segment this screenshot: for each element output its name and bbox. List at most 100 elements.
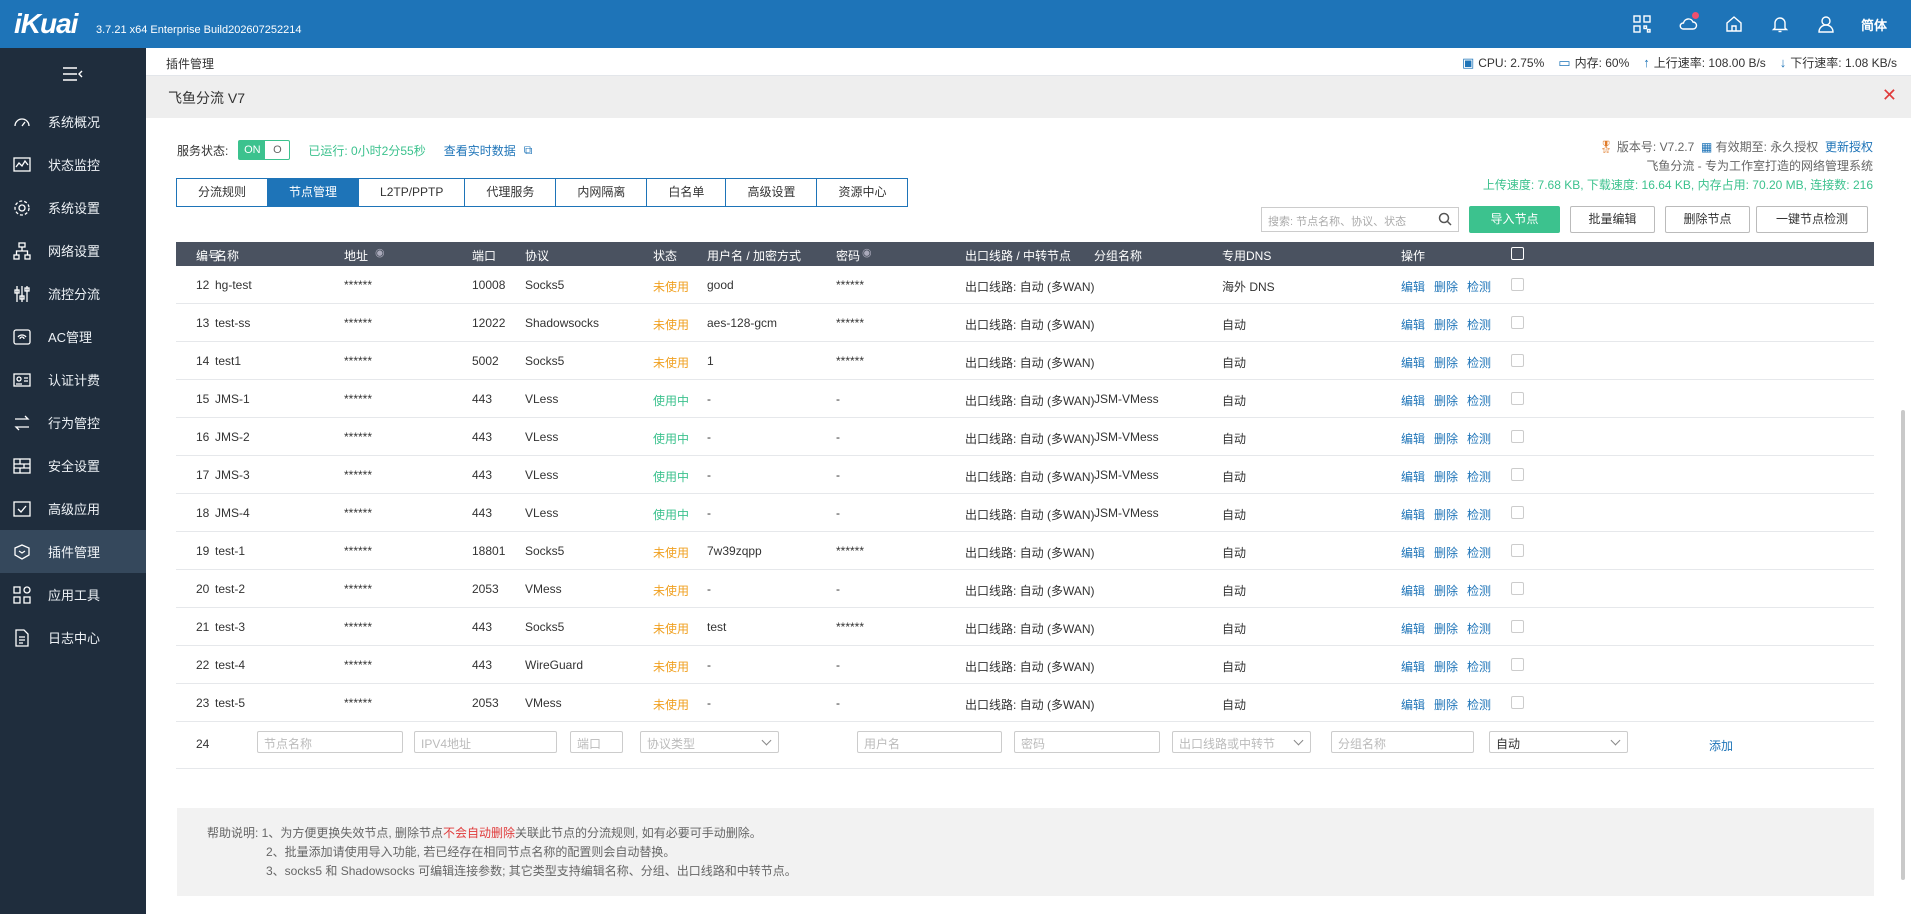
- row-checkbox[interactable]: [1511, 430, 1524, 443]
- new-node-dns-select[interactable]: 自动: [1489, 731, 1628, 753]
- sidebar-item[interactable]: 日志中心: [0, 616, 146, 659]
- delete-link[interactable]: 删除: [1434, 468, 1458, 485]
- sidebar-item[interactable]: 安全设置: [0, 444, 146, 487]
- tab[interactable]: 白名单: [647, 179, 727, 206]
- password-eye-icon[interactable]: ◉: [862, 246, 872, 259]
- delete-link[interactable]: 删除: [1434, 430, 1458, 447]
- tab[interactable]: 分流规则: [177, 179, 269, 206]
- new-node-address-input[interactable]: IPV4地址: [414, 731, 557, 753]
- tab[interactable]: 内网隔离: [556, 179, 648, 206]
- search-input[interactable]: 搜索: 节点名称、协议、状态: [1261, 207, 1459, 232]
- row-checkbox[interactable]: [1511, 316, 1524, 329]
- tab[interactable]: 资源中心: [817, 179, 907, 206]
- batch-edit-button[interactable]: 批量编辑: [1570, 206, 1655, 233]
- edit-link[interactable]: 编辑: [1401, 392, 1425, 409]
- edit-link[interactable]: 编辑: [1401, 278, 1425, 295]
- check-link[interactable]: 检测: [1467, 506, 1491, 523]
- row-checkbox[interactable]: [1511, 582, 1524, 595]
- sidebar-item[interactable]: 插件管理: [0, 530, 146, 573]
- delete-link[interactable]: 删除: [1434, 392, 1458, 409]
- close-icon[interactable]: ✕: [1882, 85, 1897, 106]
- delete-link[interactable]: 删除: [1434, 354, 1458, 371]
- menu-collapse-icon[interactable]: [0, 48, 146, 100]
- service-toggle[interactable]: ON O: [238, 140, 291, 160]
- edit-link[interactable]: 编辑: [1401, 506, 1425, 523]
- delete-link[interactable]: 删除: [1434, 544, 1458, 561]
- row-checkbox[interactable]: [1511, 658, 1524, 671]
- row-checkbox[interactable]: [1511, 544, 1524, 557]
- sidebar-item[interactable]: 系统设置: [0, 186, 146, 229]
- address-eye-icon[interactable]: ◉: [375, 246, 385, 259]
- user-icon[interactable]: [1803, 0, 1849, 48]
- cloud-icon[interactable]: [1665, 0, 1711, 48]
- add-node-button[interactable]: 添加: [1709, 737, 1733, 754]
- new-node-name-input[interactable]: 节点名称: [257, 731, 403, 753]
- new-node-group-input[interactable]: 分组名称: [1331, 731, 1474, 753]
- check-link[interactable]: 检测: [1467, 658, 1491, 675]
- new-node-password-input[interactable]: 密码: [1014, 731, 1160, 753]
- sidebar-item[interactable]: 系统概况: [0, 100, 146, 143]
- check-link[interactable]: 检测: [1467, 620, 1491, 637]
- edit-link[interactable]: 编辑: [1401, 544, 1425, 561]
- edit-link[interactable]: 编辑: [1401, 354, 1425, 371]
- delete-link[interactable]: 删除: [1434, 696, 1458, 713]
- edit-link[interactable]: 编辑: [1401, 658, 1425, 675]
- new-node-exit-select[interactable]: 出口线路或中转节: [1172, 731, 1311, 753]
- delete-link[interactable]: 删除: [1434, 620, 1458, 637]
- check-link[interactable]: 检测: [1467, 430, 1491, 447]
- edit-link[interactable]: 编辑: [1401, 430, 1425, 447]
- sidebar-item[interactable]: AC管理: [0, 315, 146, 358]
- delete-link[interactable]: 删除: [1434, 506, 1458, 523]
- search-icon[interactable]: [1438, 212, 1452, 229]
- new-node-port-input[interactable]: 端口: [570, 731, 623, 753]
- check-link[interactable]: 检测: [1467, 354, 1491, 371]
- check-link[interactable]: 检测: [1467, 392, 1491, 409]
- check-link[interactable]: 检测: [1467, 278, 1491, 295]
- bell-icon[interactable]: [1757, 0, 1803, 48]
- home-icon[interactable]: [1711, 0, 1757, 48]
- realtime-data-link[interactable]: 查看实时数据: [444, 142, 516, 159]
- select-all-checkbox[interactable]: [1511, 247, 1524, 260]
- external-link-icon[interactable]: ⧉: [524, 143, 533, 158]
- check-link[interactable]: 检测: [1467, 468, 1491, 485]
- sidebar-item[interactable]: 行为管控: [0, 401, 146, 444]
- row-checkbox[interactable]: [1511, 278, 1524, 291]
- row-checkbox[interactable]: [1511, 392, 1524, 405]
- sidebar-item[interactable]: 应用工具: [0, 573, 146, 616]
- edit-link[interactable]: 编辑: [1401, 696, 1425, 713]
- tab[interactable]: L2TP/PPTP: [359, 179, 466, 206]
- row-checkbox[interactable]: [1511, 620, 1524, 633]
- edit-link[interactable]: 编辑: [1401, 468, 1425, 485]
- scrollbar[interactable]: [1901, 410, 1905, 880]
- delete-link[interactable]: 删除: [1434, 582, 1458, 599]
- row-checkbox[interactable]: [1511, 696, 1524, 709]
- delete-link[interactable]: 删除: [1434, 658, 1458, 675]
- edit-link[interactable]: 编辑: [1401, 316, 1425, 333]
- sidebar-item[interactable]: 认证计费: [0, 358, 146, 401]
- check-link[interactable]: 检测: [1467, 582, 1491, 599]
- check-link[interactable]: 检测: [1467, 316, 1491, 333]
- row-checkbox[interactable]: [1511, 468, 1524, 481]
- language-switch[interactable]: 简体: [1849, 15, 1911, 34]
- check-all-nodes-button[interactable]: 一键节点检测: [1756, 206, 1868, 233]
- new-node-username-input[interactable]: 用户名: [857, 731, 1002, 753]
- update-license-link[interactable]: 更新授权: [1825, 140, 1873, 154]
- check-link[interactable]: 检测: [1467, 696, 1491, 713]
- tab[interactable]: 代理服务: [465, 179, 557, 206]
- sidebar-item[interactable]: 流控分流: [0, 272, 146, 315]
- tab[interactable]: 高级设置: [726, 179, 818, 206]
- qr-code-icon[interactable]: [1619, 0, 1665, 48]
- edit-link[interactable]: 编辑: [1401, 582, 1425, 599]
- check-link[interactable]: 检测: [1467, 544, 1491, 561]
- sidebar-item[interactable]: 状态监控: [0, 143, 146, 186]
- delete-link[interactable]: 删除: [1434, 278, 1458, 295]
- sidebar-item[interactable]: 高级应用: [0, 487, 146, 530]
- new-node-protocol-select[interactable]: 协议类型: [640, 731, 779, 753]
- sidebar-item[interactable]: 网络设置: [0, 229, 146, 272]
- delete-nodes-button[interactable]: 删除节点: [1665, 206, 1750, 233]
- row-checkbox[interactable]: [1511, 354, 1524, 367]
- tab[interactable]: 节点管理: [268, 179, 360, 206]
- import-nodes-button[interactable]: 导入节点: [1469, 206, 1560, 233]
- delete-link[interactable]: 删除: [1434, 316, 1458, 333]
- row-checkbox[interactable]: [1511, 506, 1524, 519]
